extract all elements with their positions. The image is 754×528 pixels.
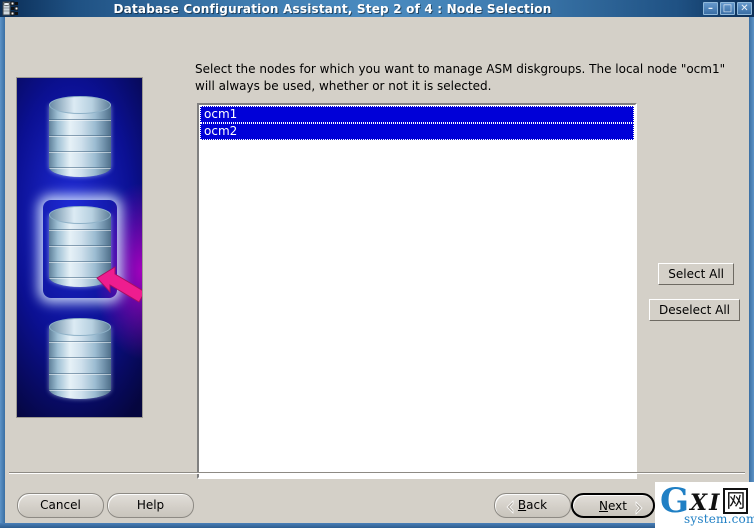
watermark-logo: G XI 网 system.com [655,482,754,528]
node-selection-list[interactable]: ocm1 ocm2 [197,103,637,479]
back-button[interactable]: Back [494,493,571,518]
title-bar[interactable]: Database Configuration Assistant, Step 2… [0,0,754,17]
cancel-label: Cancel [40,498,81,512]
next-rest: ext [608,499,627,513]
select-all-label: Select All [668,267,724,281]
deselect-all-button[interactable]: Deselect All [649,299,740,321]
next-button[interactable]: Next [571,493,655,518]
cancel-button[interactable]: Cancel [17,493,104,518]
minimize-icon: – [708,3,713,14]
artwork-panel [16,77,143,418]
window-frame-bottom [0,523,754,528]
watermark-cjk: 网 [723,488,749,514]
pointer-arrow-icon [95,262,142,304]
help-label: Help [136,498,165,512]
chevron-left-icon [504,499,517,514]
close-button[interactable]: ✕ [737,2,752,15]
close-icon: ✕ [740,3,749,14]
maximize-button[interactable]: □ [720,2,735,15]
back-label: Back [518,498,547,512]
list-item[interactable]: ocm2 [200,123,634,140]
back-rest: ack [526,498,548,512]
window-frame-right [749,17,754,528]
node-label: ocm2 [204,124,238,138]
dialog-client-area: Select the nodes for which you want to m… [5,17,749,523]
node-label: ocm1 [204,107,238,121]
select-all-button[interactable]: Select All [658,263,734,285]
next-label: Next [599,499,627,513]
maximize-icon: □ [722,3,733,14]
footer-separator [9,472,745,474]
watermark-subtitle: system.com [684,512,754,526]
next-mnemonic: N [599,499,608,513]
help-button[interactable]: Help [107,493,194,518]
application-window: Database Configuration Assistant, Step 2… [0,0,754,528]
chevron-right-icon [632,500,645,515]
back-mnemonic: B [517,498,527,512]
minimize-button[interactable]: – [703,2,718,15]
window-title: Database Configuration Assistant, Step 2… [113,1,552,16]
app-icon [2,1,19,16]
deselect-all-label: Deselect All [659,303,730,317]
instruction-text: Select the nodes for which you want to m… [195,62,726,93]
list-item[interactable]: ocm1 [200,106,634,123]
